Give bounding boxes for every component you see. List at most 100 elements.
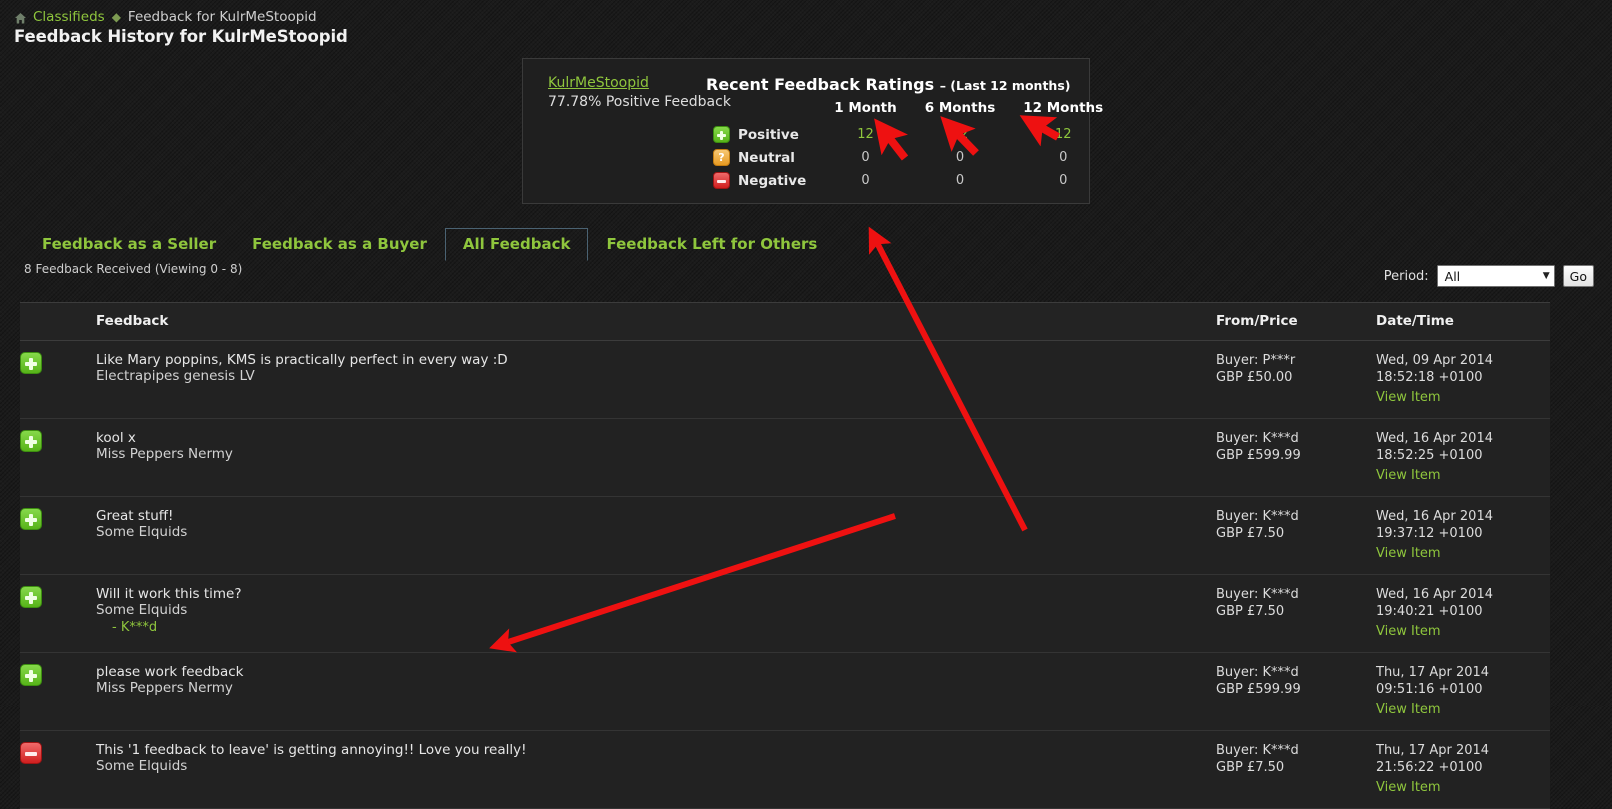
feedback-price: GBP £599.99	[1216, 448, 1301, 463]
feedback-from: Buyer: K***d	[1216, 665, 1299, 680]
feedback-from: Buyer: K***d	[1216, 431, 1299, 446]
feedback-price: GBP £7.50	[1216, 526, 1285, 541]
feedback-price: GBP £7.50	[1216, 604, 1285, 619]
row-rating-icon-cell	[20, 496, 96, 575]
breadcrumb-link-classifieds[interactable]: Classifieds	[33, 8, 105, 26]
feedback-header-feedback: Feedback	[96, 302, 1216, 341]
feedback-comment: please work feedback	[96, 664, 244, 680]
tab-feedback-left-for-others[interactable]: Feedback Left for Others	[588, 228, 835, 261]
ratings-negative-1-month: 0	[861, 173, 870, 188]
result-count: 8 Feedback Received (Viewing 0 - 8)	[24, 262, 243, 276]
feedback-comment: kool x	[96, 430, 136, 446]
feedback-from: Buyer: K***d	[1216, 743, 1299, 758]
row-feedback-cell: Will it work this time? Some Elquids - K…	[96, 574, 1216, 653]
period-select[interactable]: All ▼	[1436, 265, 1555, 287]
ratings-row-neutral-icon-cell: ?	[706, 146, 734, 169]
row-date-cell: Wed, 09 Apr 2014 18:52:18 +0100 View Ite…	[1376, 340, 1550, 419]
feedback-date: Thu, 17 Apr 2014	[1376, 743, 1490, 758]
row-from-cell: Buyer: K***d GBP £7.50	[1216, 574, 1376, 653]
table-row: kool x Miss Peppers Nermy Buyer: K***d G…	[20, 418, 1550, 497]
row-rating-icon-cell	[20, 418, 96, 497]
plus-badge-icon	[20, 430, 42, 452]
feedback-item-name: Miss Peppers Nermy	[96, 680, 233, 696]
ratings-neutral-12-months: 0	[1059, 150, 1068, 165]
period-label: Period:	[1383, 268, 1429, 284]
ratings-row-neutral: ? Neutral 0 0 0	[706, 146, 1117, 169]
ratings-panel-title-main: Recent Feedback Ratings	[706, 75, 935, 94]
ratings-neutral-1-month: 0	[861, 150, 870, 165]
feedback-comment: Will it work this time?	[96, 586, 242, 602]
breadcrumb: Classifieds ◆ Feedback for KulrMeStoopid	[14, 8, 317, 26]
plus-badge-icon	[20, 586, 42, 608]
minus-badge-icon	[713, 172, 730, 189]
breadcrumb-separator-icon: ◆	[111, 10, 121, 24]
member-name-link[interactable]: KulrMeStoopid	[548, 74, 731, 93]
plus-badge-icon	[20, 508, 42, 530]
feedback-header-icon	[20, 302, 96, 341]
feedback-date: Wed, 09 Apr 2014	[1376, 353, 1493, 368]
feedback-time: 09:51:16 +0100	[1376, 682, 1483, 697]
feedback-price: GBP £50.00	[1216, 370, 1293, 385]
ratings-table-header-row: 1 Month 6 Months 12 Months	[706, 97, 1117, 123]
view-item-link[interactable]: View Item	[1376, 467, 1441, 484]
plus-badge-icon	[20, 664, 42, 686]
table-row: Like Mary poppins, KMS is practically pe…	[20, 340, 1550, 419]
feedback-from: Buyer: K***d	[1216, 509, 1299, 524]
row-feedback-cell: Great stuff! Some Elquids	[96, 496, 1216, 575]
row-date-cell: Wed, 16 Apr 2014 19:40:21 +0100 View Ite…	[1376, 574, 1550, 653]
feedback-price: GBP £7.50	[1216, 760, 1285, 775]
ratings-header-12-months: 12 Months	[1023, 100, 1104, 116]
row-date-cell: Thu, 17 Apr 2014 21:56:22 +0100 View Ite…	[1376, 730, 1550, 809]
view-item-link[interactable]: View Item	[1376, 623, 1441, 640]
ratings-row-positive-label: Positive	[738, 126, 799, 143]
ratings-row-negative-icon-cell	[706, 169, 734, 192]
ratings-row-negative-label: Negative	[738, 172, 807, 189]
table-row: Will it work this time? Some Elquids - K…	[20, 574, 1550, 653]
feedback-comment: This '1 feedback to leave' is getting an…	[96, 742, 527, 758]
view-item-link[interactable]: View Item	[1376, 779, 1441, 796]
feedback-price: GBP £599.99	[1216, 682, 1301, 697]
tab-feedback-as-a-buyer[interactable]: Feedback as a Buyer	[234, 228, 445, 261]
feedback-time: 19:40:21 +0100	[1376, 604, 1483, 619]
row-from-cell: Buyer: K***d GBP £7.50	[1216, 730, 1376, 809]
breadcrumb-current: Feedback for KulrMeStoopid	[127, 9, 317, 25]
minus-badge-icon	[20, 742, 42, 764]
view-item-link[interactable]: View Item	[1376, 701, 1441, 718]
row-rating-icon-cell	[20, 652, 96, 731]
ratings-positive-6-months[interactable]: 12	[911, 123, 1010, 146]
feedback-date: Wed, 16 Apr 2014	[1376, 509, 1493, 524]
recent-feedback-ratings-panel: KulrMeStoopid 77.78% Positive Feedback R…	[522, 58, 1103, 204]
positive-feedback-percent: 77.78% Positive Feedback	[548, 94, 731, 110]
feedback-table-header-row: Feedback From/Price Date/Time	[20, 302, 1550, 341]
row-from-cell: Buyer: K***d GBP £599.99	[1216, 652, 1376, 731]
page-title: Feedback History for KulrMeStoopid	[14, 27, 348, 46]
row-date-cell: Wed, 16 Apr 2014 18:52:25 +0100 View Ite…	[1376, 418, 1550, 497]
question-badge-icon: ?	[713, 149, 730, 166]
period-go-button[interactable]: Go	[1562, 265, 1594, 287]
ratings-positive-1-month[interactable]: 12	[820, 123, 910, 146]
ratings-positive-12-months[interactable]: 12	[1009, 123, 1117, 146]
feedback-tabs: Feedback as a Seller Feedback as a Buyer…	[24, 228, 835, 261]
ratings-neutral-6-months: 0	[955, 150, 965, 165]
ratings-header-label	[734, 97, 820, 123]
view-item-link[interactable]: View Item	[1376, 545, 1441, 562]
period-select-value: All	[1444, 268, 1461, 284]
feedback-date: Wed, 16 Apr 2014	[1376, 587, 1493, 602]
feedback-table: Feedback From/Price Date/Time Like Mary …	[20, 302, 1550, 809]
feedback-item-name: Some Elquids	[96, 758, 188, 774]
view-item-link[interactable]: View Item	[1376, 389, 1441, 406]
tab-feedback-as-a-seller[interactable]: Feedback as a Seller	[24, 228, 234, 261]
home-icon	[14, 12, 27, 25]
feedback-item-name: Some Elquids	[96, 524, 188, 540]
feedback-time: 18:52:25 +0100	[1376, 448, 1483, 463]
tab-all-feedback[interactable]: All Feedback	[444, 228, 589, 261]
row-rating-icon-cell	[20, 574, 96, 653]
member-summary: KulrMeStoopid 77.78% Positive Feedback	[548, 74, 731, 112]
ratings-row-positive-icon-cell	[706, 123, 734, 146]
row-rating-icon-cell	[20, 340, 96, 419]
row-feedback-cell: please work feedback Miss Peppers Nermy	[96, 652, 1216, 731]
ratings-negative-12-months: 0	[1059, 173, 1068, 188]
feedback-time: 19:37:12 +0100	[1376, 526, 1483, 541]
ratings-panel-title: Recent Feedback Ratings – (Last 12 month…	[706, 75, 1070, 94]
feedback-date: Wed, 16 Apr 2014	[1376, 431, 1493, 446]
